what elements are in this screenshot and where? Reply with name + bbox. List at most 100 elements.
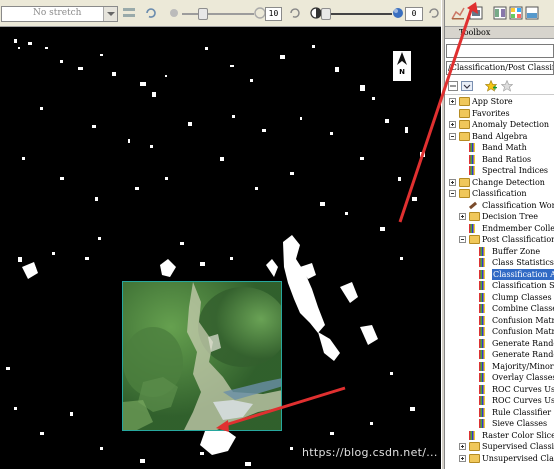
tree-item[interactable]: Clump Classes [445, 292, 554, 304]
expand-icon[interactable] [459, 443, 466, 450]
tree-item-label: Classification [472, 189, 527, 198]
four-view-icon[interactable] [509, 6, 523, 20]
collapse-icon[interactable] [459, 236, 466, 243]
collapse-icon[interactable] [449, 190, 456, 197]
tree-item[interactable]: Band Math [445, 142, 554, 154]
watermark: https://blog.csdn.net/... [302, 446, 438, 459]
tree-item-label: Change Detection [472, 177, 545, 187]
brightness-slider-thumb[interactable] [198, 8, 208, 20]
tree-item[interactable]: Majority/Minority [445, 361, 554, 373]
tree-item[interactable]: Classification Workflow [445, 200, 554, 212]
tool-icon [479, 281, 485, 290]
collapse-icon[interactable] [449, 132, 456, 140]
expand-dropdown-icon[interactable] [461, 81, 473, 91]
tree-item[interactable]: Classification Aggregation [445, 268, 554, 281]
transparency-slider-thumb[interactable] [321, 8, 331, 20]
two-view-icon[interactable] [493, 6, 507, 20]
tree-item[interactable]: Band Algebra [445, 131, 554, 143]
tree-item[interactable]: Combine Classes [445, 303, 554, 315]
tree-item-label: Class Statistics [492, 258, 554, 267]
tree-item-label: Clump Classes [492, 292, 552, 302]
collapse-icon[interactable] [448, 81, 458, 91]
add-favorite-icon[interactable] [485, 80, 497, 92]
toolbox-tools-bar [445, 79, 554, 95]
tree-item[interactable]: Rule Classifier [445, 407, 554, 419]
tree-item[interactable]: Supervised Classification [445, 441, 554, 453]
image-display[interactable]: N [0, 27, 441, 469]
tree-item[interactable]: Buffer Zone [445, 246, 554, 258]
tree-item-label: ROC Curves Using [492, 396, 554, 405]
brightness-slider[interactable] [182, 13, 254, 15]
tree-item[interactable]: Band Ratios [445, 154, 554, 166]
toolbox-path-field[interactable]: /Classification/Post Classification [446, 61, 554, 75]
tree-item[interactable]: Unsupervised Classification [445, 453, 554, 465]
stretch-options-icon[interactable] [122, 6, 136, 20]
expand-icon[interactable] [449, 121, 456, 128]
transparency-value-field[interactable]: 0 [405, 7, 423, 21]
tool-icon [469, 430, 475, 440]
tree-item[interactable]: Endmember Collection [445, 223, 554, 235]
tree-item[interactable]: App Store [445, 96, 554, 108]
tree-item[interactable]: Generate Random Sample [445, 338, 554, 350]
chevron-down-icon[interactable] [103, 7, 117, 21]
tree-item[interactable]: Class Statistics [445, 257, 554, 269]
satellite-image [123, 282, 281, 430]
layout-icon[interactable] [525, 6, 539, 20]
display-toolbar: No stretch 10 0 [0, 0, 441, 27]
folder-icon [459, 97, 470, 106]
toolbox-search-field[interactable] [446, 44, 554, 58]
expand-icon[interactable] [449, 98, 456, 105]
reset-brightness-icon[interactable] [288, 6, 302, 20]
tool-icon [479, 407, 485, 417]
tree-item-label: Raster Color Slices [482, 430, 554, 440]
tree-item-label: Classification Workflow [482, 200, 554, 210]
tree-item[interactable]: Overlay Classes [445, 372, 554, 384]
tree-item[interactable]: Confusion Matrix [445, 315, 554, 327]
tree-item[interactable]: Generate Random Sample [445, 349, 554, 361]
expand-icon[interactable] [459, 213, 466, 220]
tree-item-label: Confusion Matrix [492, 327, 554, 336]
tree-item[interactable]: ROC Curves Using [445, 384, 554, 396]
folder-icon [469, 212, 480, 221]
tree-item[interactable]: Change Detection [445, 177, 554, 189]
tree-item-label: Post Classification [482, 235, 554, 244]
tree-item[interactable]: ROC Curves Using [445, 395, 554, 407]
tree-item-label: Classification Aggregation [492, 268, 554, 280]
tool-icon [469, 166, 475, 175]
tree-item-label: Overlay Classes [492, 373, 554, 382]
remove-favorite-icon[interactable] [501, 80, 513, 92]
tree-item[interactable]: Confusion Matrix [445, 326, 554, 338]
tree-item[interactable]: Anomaly Detection [445, 119, 554, 131]
tree-item[interactable]: Spectral Indices [445, 165, 554, 177]
folder-icon [459, 120, 470, 129]
tree-item[interactable]: Raster Color Slices [445, 430, 554, 442]
tool-icon [479, 258, 485, 267]
tool-icon [479, 292, 485, 302]
tree-item[interactable]: Favorites [445, 108, 554, 120]
tree-item[interactable]: Sieve Classes [445, 418, 554, 430]
tree-item[interactable]: Post Classification [445, 234, 554, 246]
zoom-inset-image[interactable] [122, 281, 282, 431]
folder-icon [459, 131, 470, 141]
reset-transparency-icon[interactable] [427, 6, 441, 20]
tool-icon [479, 373, 485, 382]
refresh-icon[interactable] [144, 6, 158, 20]
transparency-slider[interactable] [322, 13, 392, 15]
tree-item-label: Supervised Classification [482, 442, 554, 451]
tree-item[interactable]: Classification [445, 188, 554, 200]
tree-item[interactable]: Decision Tree [445, 211, 554, 223]
tool-icon [479, 269, 485, 279]
brightness-value-field[interactable]: 10 [265, 7, 282, 21]
stretch-dropdown[interactable]: No stretch [1, 6, 118, 22]
expand-icon[interactable] [459, 454, 466, 462]
single-view-icon[interactable] [469, 6, 483, 20]
chart-icon[interactable] [451, 6, 465, 20]
north-arrow-icon [397, 52, 407, 65]
tree-item-label: Anomaly Detection [472, 120, 550, 129]
tool-icon [479, 384, 485, 394]
tree-item[interactable]: Classification Smoothing [445, 280, 554, 292]
expand-icon[interactable] [449, 178, 456, 186]
tree-item-label: Endmember Collection [482, 223, 554, 233]
toolbox-header[interactable]: Toolbox [445, 27, 554, 39]
toolbox-panel: Toolbox /Classification/Post Classificat… [445, 27, 554, 469]
